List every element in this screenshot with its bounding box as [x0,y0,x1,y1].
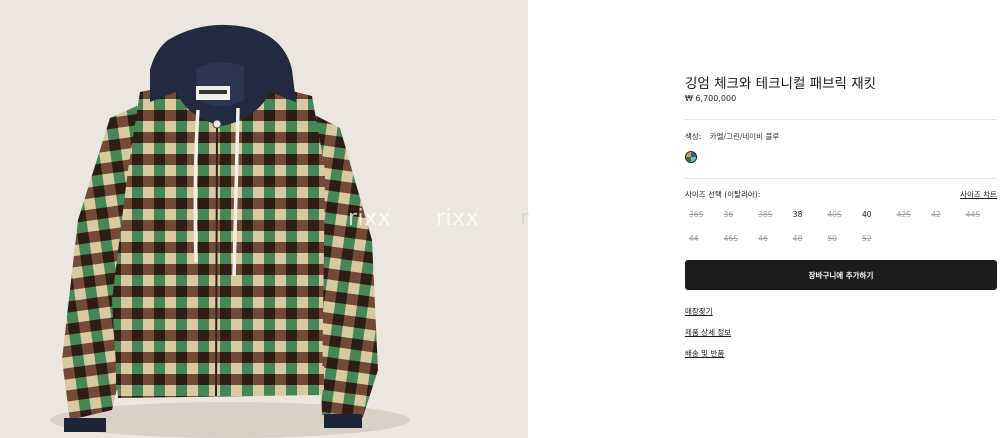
size-option[interactable]: 42 [931,210,941,219]
size-option[interactable]: 46 [758,234,768,243]
divider [685,178,997,179]
size-select-label: 사이즈 선택 (이탈리아): [685,190,761,199]
size-option[interactable]: 40 [862,210,872,219]
size-option[interactable]: 44 [689,234,699,243]
color-label: 색상: [685,132,702,141]
size-chart-link[interactable]: 사이즈 차트 [960,189,997,200]
size-option[interactable]: 46S [724,234,738,243]
add-to-cart-button[interactable]: 장바구니에 추가하기 [685,260,997,290]
divider [685,119,997,120]
size-option[interactable]: 38 [793,210,803,219]
product-title: 깅엄 체크와 테크니컬 패브릭 재킷 [685,76,877,92]
product-image[interactable]: rixx rixx [0,0,528,438]
watermark-text: rixx [348,206,392,231]
size-option[interactable]: 50 [827,234,837,243]
size-option[interactable]: 40S [827,210,841,219]
size-option[interactable]: 44S [966,210,980,219]
watermark-text: r [520,206,530,231]
size-option[interactable]: 36S [689,210,703,219]
size-option[interactable]: 36 [724,210,734,219]
store-finder-link[interactable]: 매장찾기 [685,306,713,317]
product-details-panel: 깅엄 체크와 테크니컬 패브릭 재킷 ₩ 6,700,000 색상: 카멜/그린… [685,0,997,438]
product-price: ₩ 6,700,000 [685,94,737,103]
product-details-link[interactable]: 제품 상세 정보 [685,327,731,338]
size-option[interactable]: 48 [793,234,803,243]
size-option[interactable]: 42S [897,210,911,219]
multicolor-swatch-icon[interactable] [685,151,697,163]
size-option[interactable]: 38S [758,210,772,219]
color-info: 색상: 카멜/그린/네이비 블루 [685,131,779,142]
shipping-returns-link[interactable]: 배송 및 반품 [685,348,724,359]
size-option[interactable]: 52 [862,234,872,243]
color-value: 카멜/그린/네이비 블루 [709,132,780,141]
watermark-text: rixx [436,206,480,231]
